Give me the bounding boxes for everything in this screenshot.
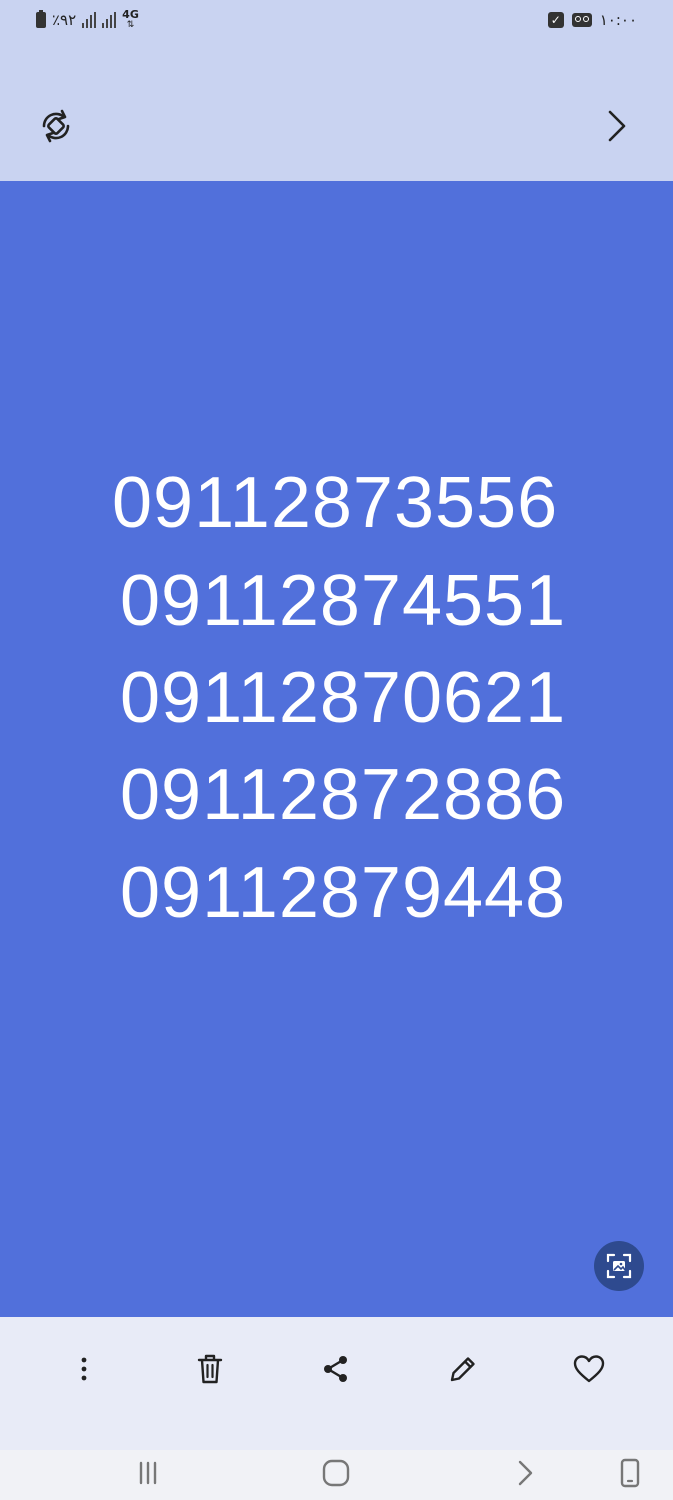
rotate-icon [42, 109, 70, 143]
share-icon [324, 1356, 347, 1382]
recents-button[interactable] [128, 1456, 168, 1490]
image-scan-icon [606, 1253, 632, 1279]
recents-icon [139, 1461, 157, 1485]
status-right: ✓ ۱۰:۰۰ [547, 8, 637, 32]
rotate-button[interactable] [36, 106, 76, 146]
chevron-right-icon [608, 110, 626, 142]
image-scan-button[interactable] [594, 1241, 644, 1291]
battery-percentage: ٪۹۲ [52, 11, 77, 29]
phone-number: 09112879448 [120, 853, 567, 933]
image-preview[interactable]: 09112873556 09112874551 09112870621 0911… [0, 181, 673, 1317]
delete-button[interactable] [186, 1345, 234, 1393]
back-icon [518, 1460, 533, 1486]
rotate-screen-icon [620, 1458, 640, 1488]
phone-number: 09112872886 [120, 755, 567, 835]
more-vertical-icon [81, 1357, 87, 1381]
phone-number: 09112874551 [120, 561, 567, 641]
share-button[interactable] [312, 1345, 360, 1393]
voicemail-icon [571, 13, 592, 27]
signal-icon [102, 12, 117, 28]
bottom-action-bar [0, 1317, 673, 1450]
next-image-button[interactable] [600, 106, 632, 146]
checkbox-notification-icon: ✓ [547, 12, 564, 28]
home-button[interactable] [316, 1456, 356, 1490]
phone-number: 09112873556 [112, 463, 559, 543]
status-bar: ٪۹۲ 4G ⇅ ✓ ۱۰:۰۰ [0, 0, 673, 44]
signal-icon [82, 12, 97, 28]
data-arrows-icon: ⇅ [126, 20, 135, 30]
back-button[interactable] [505, 1456, 545, 1490]
heart-icon [573, 1355, 605, 1383]
system-nav-bar [0, 1450, 673, 1500]
rotate-screen-button[interactable] [610, 1456, 650, 1490]
phone-number: 09112870621 [120, 658, 567, 738]
status-time: ۱۰:۰۰ [599, 11, 637, 29]
network-type-indicator: 4G ⇅ [122, 9, 139, 30]
pencil-icon [450, 1357, 475, 1382]
favorite-button[interactable] [565, 1345, 613, 1393]
edit-button[interactable] [439, 1345, 487, 1393]
viewer-top-bar [0, 44, 673, 181]
trash-icon [197, 1354, 223, 1384]
battery-icon [36, 10, 46, 28]
status-left: ٪۹۲ 4G ⇅ [36, 8, 139, 32]
more-options-button[interactable] [60, 1345, 108, 1393]
home-icon [322, 1459, 350, 1487]
